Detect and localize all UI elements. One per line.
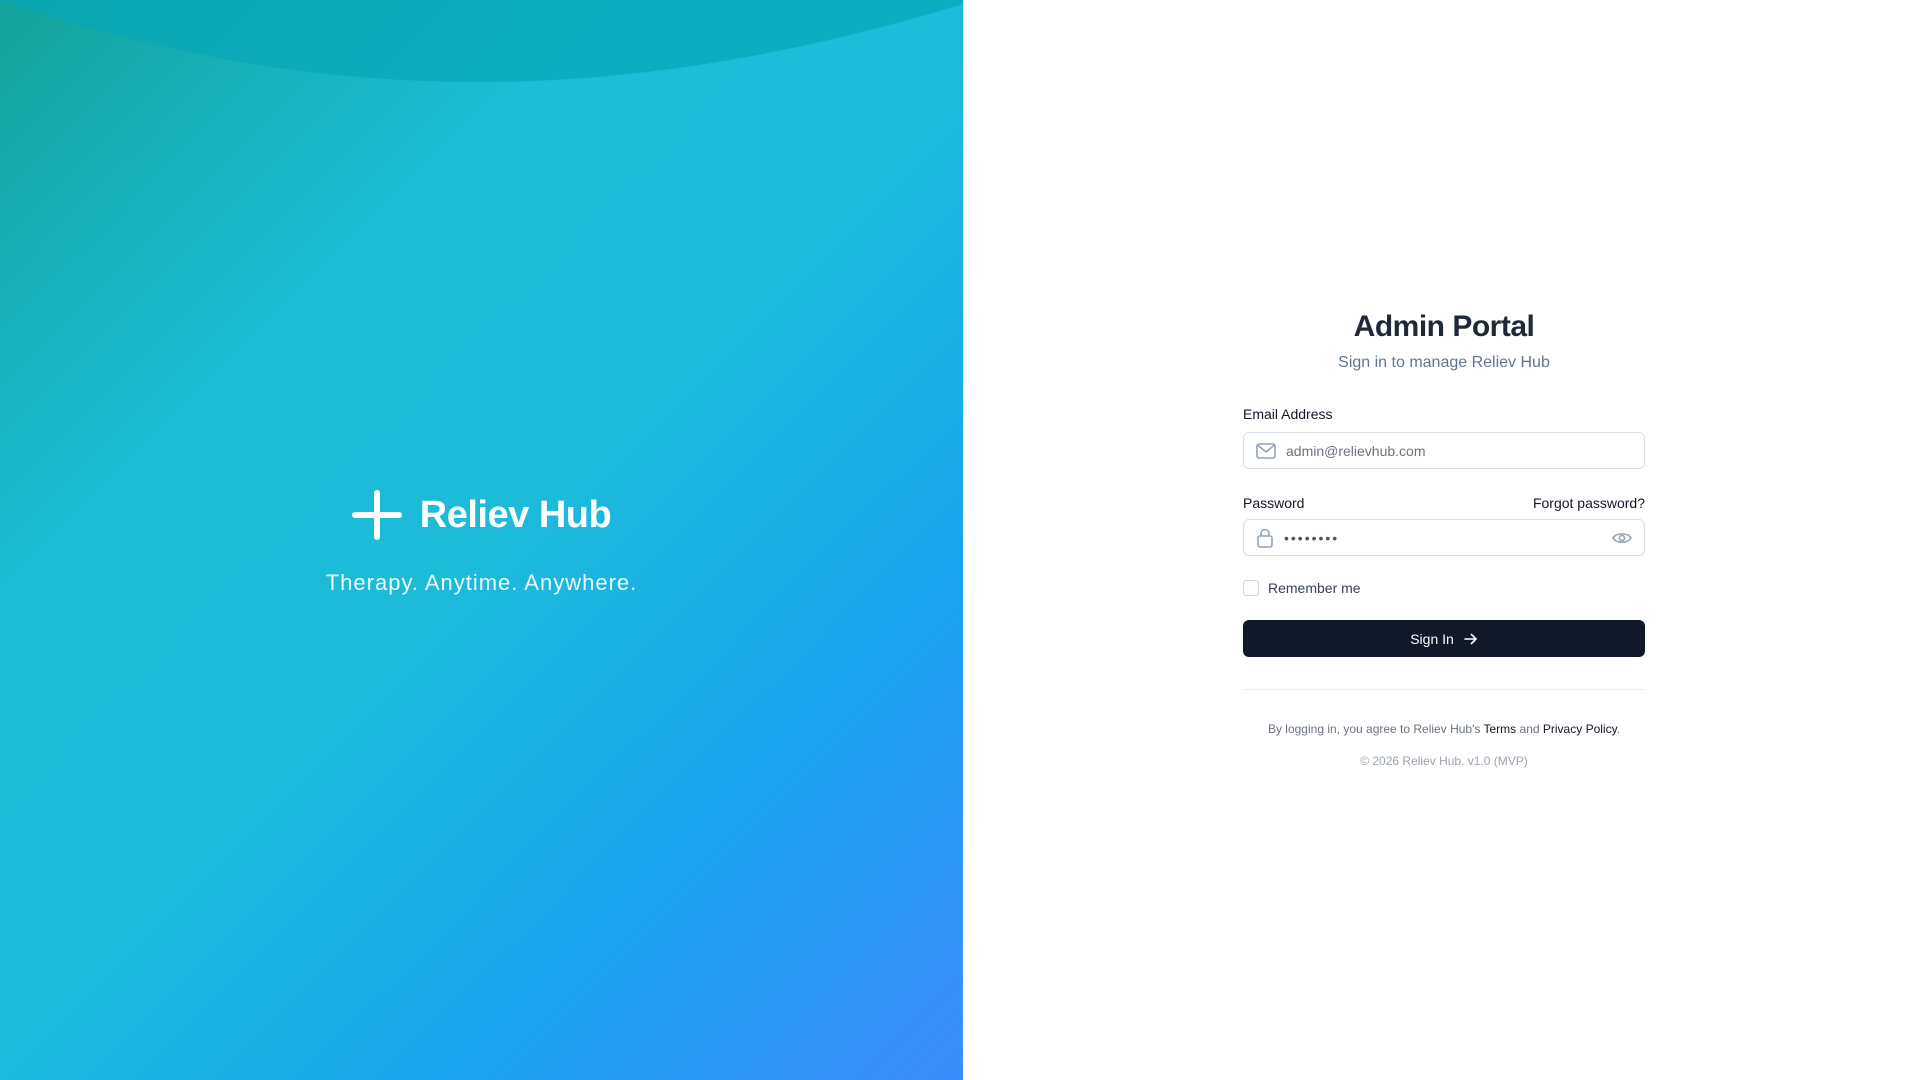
password-field-wrapper[interactable]: •••••••• [1243,519,1645,556]
email-input[interactable] [1286,442,1632,459]
email-label: Email Address [1243,406,1333,422]
remember-me-label[interactable]: Remember me [1268,580,1361,596]
legal-prefix: By logging in, you agree to Reliev Hub's [1267,722,1481,736]
mail-icon [1256,442,1276,459]
password-field-group: Password Forgot password? •••••••• [1243,495,1645,556]
eye-icon[interactable] [1612,531,1632,545]
legal-period: . [1616,722,1621,736]
password-label: Password [1243,495,1305,511]
brand-tagline: Therapy. Anytime. Anywhere. [325,570,638,595]
form-divider [1243,689,1645,690]
header-wave-decoration [0,0,963,82]
remember-me-row[interactable]: Remember me [1243,580,1645,596]
legal-and: and [1519,722,1540,736]
copyright-text: © 2026 Reliev Hub. v1.0 (MVP) [1360,754,1528,768]
page-title: Admin Portal [1353,310,1535,343]
lock-icon [1257,528,1273,548]
forgot-password-link[interactable]: Forgot password? [1533,495,1645,511]
sign-in-button[interactable]: Sign In [1243,620,1645,657]
brand-block: Reliev Hub Therapy. Anytime. Anywhere. [0,490,963,596]
plus-icon [351,490,402,540]
email-field-group: Email Address [1243,406,1645,469]
brand-name: Reliev Hub [419,493,612,536]
brand-panel: Reliev Hub Therapy. Anytime. Anywhere. [0,0,963,1080]
login-form: Admin Portal Sign in to manage Reliev Hu… [1243,310,1645,768]
login-panel: Admin Portal Sign in to manage Reliev Hu… [963,0,1920,1080]
password-label-row: Password Forgot password? [1243,495,1645,511]
privacy-policy-link[interactable]: Privacy Policy [1543,722,1617,736]
arrow-right-icon [1463,633,1477,644]
terms-link[interactable]: Terms [1484,722,1517,736]
email-field-wrapper[interactable] [1243,432,1645,469]
page-subtitle: Sign in to manage Reliev Hub [1338,354,1550,371]
remember-me-checkbox[interactable] [1243,580,1259,596]
brand-logo: Reliev Hub [351,490,612,540]
legal-notice: By logging in, you agree to Reliev Hub's… [1243,722,1645,736]
password-input[interactable]: •••••••• [1284,530,1612,546]
sign-in-label: Sign In [1410,630,1454,647]
